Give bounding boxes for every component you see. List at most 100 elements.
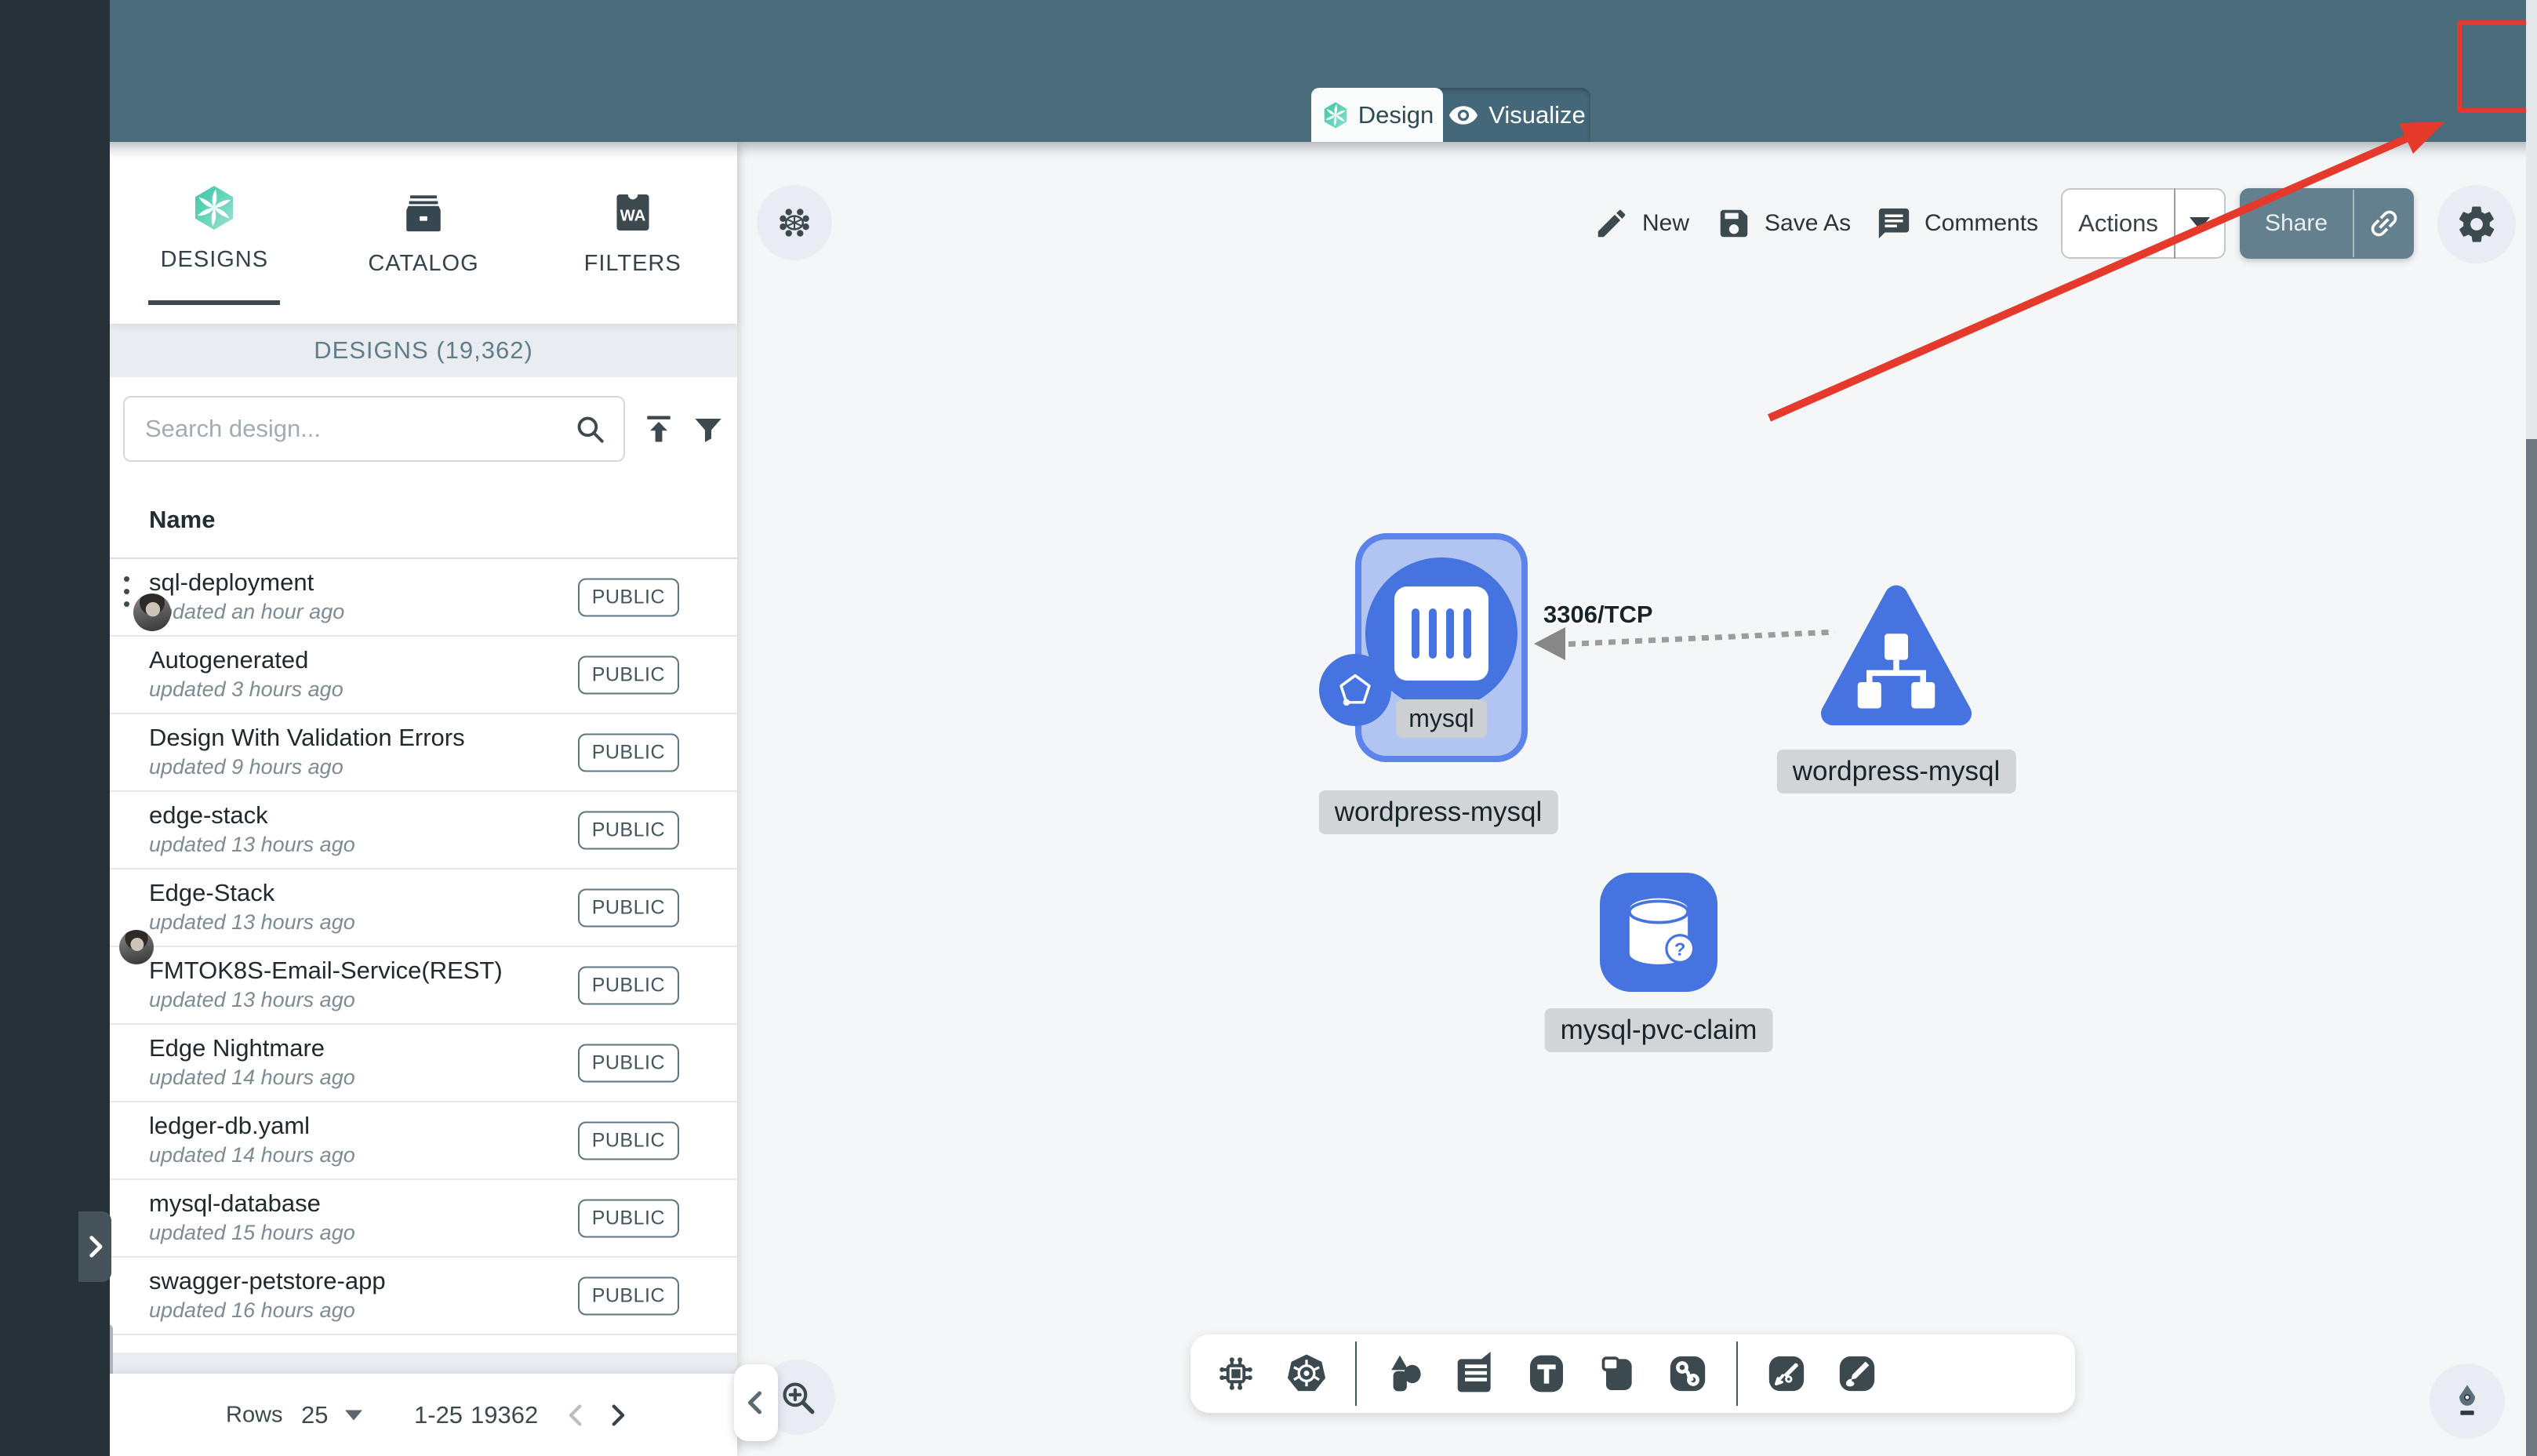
design-list-item[interactable]: mysql-database updated 15 hours ago PUBL… xyxy=(110,1180,737,1258)
freehand-draw-tool[interactable] xyxy=(1835,1352,1879,1396)
design-name: sql-deployment xyxy=(149,568,314,596)
design-name: swagger-petstore-app xyxy=(149,1267,386,1294)
design-updated-time: updated 13 hours ago xyxy=(149,833,355,856)
text-tool[interactable] xyxy=(1525,1352,1568,1396)
row-kebab-menu-icon[interactable] xyxy=(124,576,130,607)
search-icon[interactable] xyxy=(573,412,606,445)
design-name: Design With Validation Errors xyxy=(149,724,465,751)
panel-tab-catalog-label: CATALOG xyxy=(368,250,479,276)
tab-visualize[interactable]: Visualize xyxy=(1443,88,1590,142)
pentagon-icon xyxy=(1339,674,1371,706)
panel-tab-filters-label: FILTERS xyxy=(583,250,682,276)
new-design-label: New xyxy=(1642,210,1690,236)
design-name: FMTOK8S-Email-Service(REST) xyxy=(149,957,503,984)
panel-tab-filters[interactable]: WA FILTERS xyxy=(528,142,737,324)
design-list-item[interactable]: Edge Nightmare updated 14 hours ago PUBL… xyxy=(110,1025,737,1102)
panel-collapse-button[interactable] xyxy=(734,1364,778,1441)
node-service-wordpress-mysql[interactable] xyxy=(1821,582,1972,735)
component-chip-tool[interactable] xyxy=(1214,1352,1258,1396)
design-updated-time: updated 14 hours ago xyxy=(149,1066,355,1089)
visibility-badge: PUBLIC xyxy=(577,655,679,694)
toolbar-divider xyxy=(1736,1342,1738,1406)
app-header xyxy=(0,0,2537,142)
design-name: Autogenerated xyxy=(149,646,309,674)
chevron-right-icon xyxy=(89,1236,103,1258)
page-scrollbar-thumb[interactable] xyxy=(2526,439,2537,1456)
pen-tool-button[interactable] xyxy=(2430,1363,2505,1439)
design-updated-time: updated 14 hours ago xyxy=(149,1143,355,1167)
copy-link-button[interactable] xyxy=(2354,205,2414,241)
gear-icon xyxy=(2459,206,2495,242)
database-cylinder-icon: ? xyxy=(1628,898,1696,964)
canvas-toolbar xyxy=(1190,1334,2075,1413)
search-row xyxy=(110,377,737,490)
design-list-item[interactable]: Autogenerated updated 3 hours ago PUBLIC xyxy=(110,637,737,714)
previous-page-button[interactable] xyxy=(563,1402,590,1429)
visibility-badge: PUBLIC xyxy=(577,578,679,616)
design-updated-time: updated 13 hours ago xyxy=(149,988,355,1011)
new-design-button[interactable]: New xyxy=(1594,205,1689,241)
visibility-badge: PUBLIC xyxy=(577,1121,679,1160)
designs-panel: DESIGNS CATALOG WA FILTERS DESIGNS (19,3… xyxy=(104,142,737,1456)
search-box xyxy=(123,396,625,462)
design-list-item[interactable]: sql-deployment updated an hour ago PUBLI… xyxy=(110,559,737,637)
visibility-badge: PUBLIC xyxy=(577,888,679,927)
comments-label: Comments xyxy=(1925,210,2039,236)
visibility-badge: PUBLIC xyxy=(577,811,679,849)
meshery-design-icon xyxy=(195,186,234,230)
filter-funnel-icon[interactable] xyxy=(692,413,725,446)
design-updated-time: updated 9 hours ago xyxy=(149,755,343,779)
design-updated-time: updated 13 hours ago xyxy=(149,910,355,934)
panel-tab-catalog[interactable]: CATALOG xyxy=(319,142,529,324)
node-pvc-mysql[interactable]: ? xyxy=(1600,873,1717,992)
canvas-settings-button[interactable] xyxy=(2437,185,2516,263)
toolbar-divider xyxy=(1355,1342,1357,1406)
tab-design[interactable]: Design xyxy=(1311,88,1443,142)
panel-tab-designs[interactable]: DESIGNS xyxy=(110,142,319,324)
design-list-item[interactable]: ledger-db.yaml updated 14 hours ago PUBL… xyxy=(110,1102,737,1180)
rows-per-page-caret-icon[interactable] xyxy=(345,1410,362,1420)
link-edge-tool[interactable] xyxy=(1666,1352,1710,1396)
canvas-mesh-button[interactable] xyxy=(757,185,832,260)
design-list-item[interactable]: edge-stack updated 13 hours ago PUBLIC xyxy=(110,792,737,870)
shape-group-tool[interactable] xyxy=(1595,1352,1639,1396)
draw-arrow-tool[interactable] xyxy=(1765,1352,1808,1396)
design-name: edge-stack xyxy=(149,801,268,829)
comment-icon xyxy=(1878,208,1910,239)
save-as-button[interactable]: Save As xyxy=(1716,205,1851,241)
annotation-comment-tool[interactable] xyxy=(1454,1352,1498,1396)
search-input[interactable] xyxy=(125,415,573,443)
rows-per-page-value[interactable]: 25 xyxy=(301,1401,328,1429)
tab-visualize-label: Visualize xyxy=(1488,100,1586,129)
sidebar-expand-button[interactable] xyxy=(78,1211,111,1282)
row-owner-avatar xyxy=(133,594,171,631)
kubernetes-tool[interactable] xyxy=(1285,1352,1328,1396)
shapes-tool[interactable] xyxy=(1383,1352,1427,1396)
deployment-shape-badge[interactable] xyxy=(1319,654,1391,726)
share-split-button: Share xyxy=(2240,188,2414,259)
tab-design-label: Design xyxy=(1358,100,1434,129)
row-owner-avatar xyxy=(119,930,154,964)
actions-button[interactable]: Actions xyxy=(2063,209,2174,238)
mode-switcher: Design Visualize xyxy=(1311,88,1590,142)
design-list-item[interactable]: swagger-petstore-app updated 16 hours ag… xyxy=(110,1258,737,1335)
container-icon xyxy=(1394,586,1488,681)
caret-down-icon xyxy=(2190,217,2210,230)
import-design-icon[interactable] xyxy=(642,412,676,446)
design-updated-time: updated 15 hours ago xyxy=(149,1221,355,1244)
design-name: ledger-db.yaml xyxy=(149,1112,311,1139)
design-name: Edge-Stack xyxy=(149,879,275,906)
design-list-item[interactable]: Design With Validation Errors updated 9 … xyxy=(110,714,737,792)
design-list-item[interactable]: Edge-Stack updated 13 hours ago PUBLIC xyxy=(110,870,737,964)
share-button[interactable]: Share xyxy=(2240,210,2353,237)
catalog-archive-icon xyxy=(406,194,441,231)
svg-text:?: ? xyxy=(1674,939,1685,960)
design-list-item[interactable]: FMTOK8S-Email-Service(REST) updated 13 h… xyxy=(110,947,737,1025)
design-canvas[interactable] xyxy=(737,142,2537,1456)
annotation-highlight-rectangle xyxy=(2457,20,2535,113)
edge-arrowhead xyxy=(1534,627,1565,660)
comments-button[interactable]: Comments xyxy=(1876,205,2038,241)
mesh-icon xyxy=(780,209,809,237)
next-page-button[interactable] xyxy=(604,1402,631,1429)
actions-dropdown-button[interactable] xyxy=(2175,217,2224,230)
